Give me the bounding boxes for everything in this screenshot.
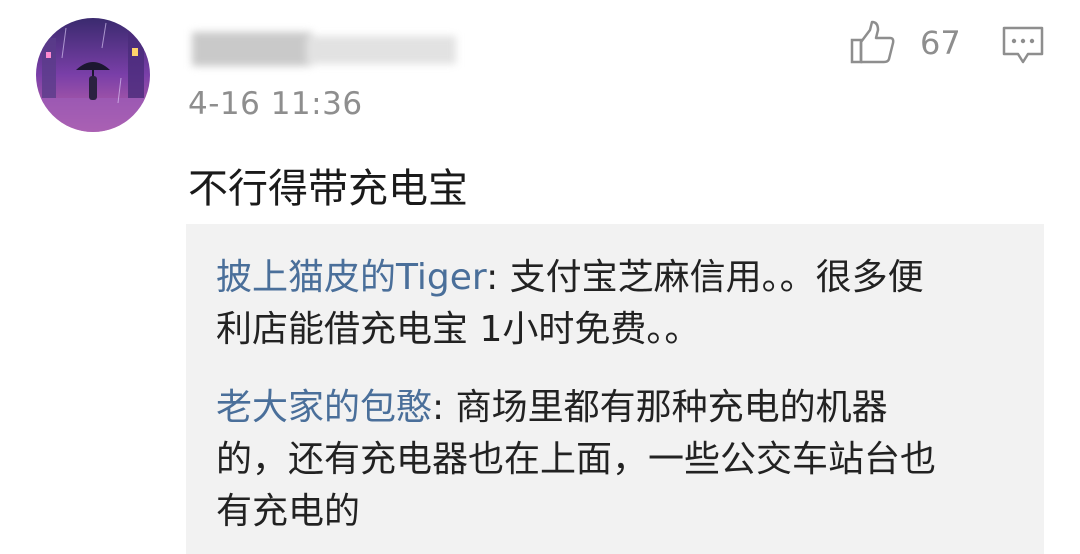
reply-button[interactable]: [1000, 22, 1046, 68]
comment-timestamp: 4-16 11:36: [188, 86, 363, 122]
avatar[interactable]: [36, 18, 150, 132]
like-count: 67: [920, 24, 961, 62]
comment-text: 不行得带充电宝: [188, 166, 468, 212]
username-redacted[interactable]: [186, 26, 470, 70]
comment-bubble-icon: [1002, 26, 1044, 64]
reply-author-link[interactable]: 老大家的包憨: [216, 387, 432, 428]
reply-item: 老大家的包憨: 商场里都有那种充电的机器 的，还有充电器也在上面，一些公交车站台…: [216, 382, 1016, 538]
avatar-image: [36, 18, 150, 132]
replies-container: 披上猫皮的Tiger: 支付宝芝麻信用。。很多便 利店能借充电宝 1小时免费。。…: [186, 224, 1044, 554]
reply-text: : 支付宝芝麻信用。。很多便: [486, 257, 924, 298]
reply-author-link[interactable]: 披上猫皮的Tiger: [216, 257, 486, 298]
reply-text: 有充电的: [216, 491, 361, 532]
reply-item: 披上猫皮的Tiger: 支付宝芝麻信用。。很多便 利店能借充电宝 1小时免费。。: [216, 252, 1016, 356]
reply-text: 利店能借充电宝 1小时免费。。: [216, 309, 701, 350]
thumbs-up-icon: [850, 20, 895, 64]
reply-line: 披上猫皮的Tiger: 支付宝芝麻信用。。很多便: [216, 252, 1016, 304]
reply-text: : 商场里都有那种充电的机器: [432, 387, 888, 428]
reply-line: 老大家的包憨: 商场里都有那种充电的机器: [216, 382, 1016, 434]
reply-text: 的，还有充电器也在上面，一些公交车站台也: [216, 439, 937, 480]
like-button[interactable]: [848, 18, 898, 68]
